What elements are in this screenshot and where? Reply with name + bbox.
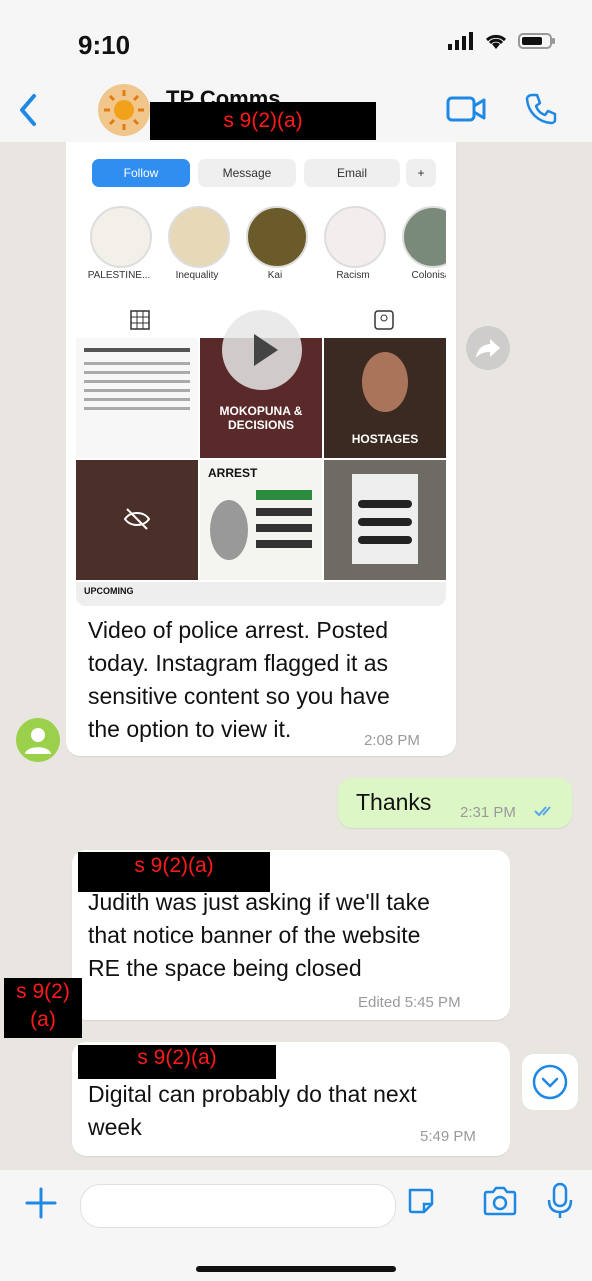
message-time-4: 5:49 PM: [420, 1128, 476, 1145]
message-line: the option to view it.: [88, 716, 292, 742]
message-line: week: [88, 1114, 142, 1140]
email-button: Email: [304, 159, 400, 187]
grid-icon: [130, 310, 150, 330]
add-contact-button: +: [406, 159, 436, 187]
highlight-label: Inequality: [175, 270, 219, 281]
side-redaction: s 9(2) (a): [4, 978, 82, 1038]
scroll-down-button[interactable]: [522, 1054, 578, 1110]
play-icon: [254, 334, 278, 366]
group-avatar[interactable]: [98, 84, 150, 136]
battery-icon: [518, 33, 555, 49]
message-text-4: Digital can probably do that next week: [88, 1078, 417, 1144]
highlight-label: Kai: [267, 270, 283, 281]
post-tile-6: [324, 460, 446, 580]
message-time-3: Edited 5:45 PM: [358, 994, 461, 1011]
signal-icon: [448, 32, 473, 50]
person-icon: [25, 728, 51, 754]
message-line: that notice banner of the website: [88, 922, 421, 948]
sender-avatar[interactable]: [16, 718, 60, 762]
read-receipt-icon: [534, 806, 551, 817]
plus-icon[interactable]: [24, 1186, 58, 1220]
back-chevron-icon[interactable]: [14, 90, 44, 130]
phone-icon[interactable]: [524, 92, 558, 126]
sender-redaction: s 9(2)(a): [78, 1045, 276, 1079]
message-line: Digital can probably do that next: [88, 1081, 417, 1107]
post-tile-caption: ARREST: [208, 466, 258, 480]
side-redaction-line: (a): [30, 1008, 56, 1031]
message-text-1: Video of police arrest. Posted today. In…: [88, 614, 390, 746]
highlight-racism: [324, 206, 386, 268]
post-tile-caption: MOKOPUNA & DECISIONS: [219, 404, 303, 432]
microphone-icon[interactable]: [546, 1182, 574, 1220]
status-time: 9:10: [78, 30, 131, 60]
highlight-label: Racism: [336, 270, 370, 281]
hidden-content-icon: [123, 508, 151, 530]
shared-screenshot[interactable]: Follow Message Email + PALESTINE... Ineq…: [76, 142, 446, 606]
sun-icon: [104, 90, 144, 130]
highlight-kai: [246, 206, 308, 268]
side-redaction-line: s 9(2): [16, 980, 70, 1003]
camera-icon[interactable]: [482, 1186, 518, 1216]
post-tile-caption: UPCOMING: [84, 586, 134, 596]
wifi-icon: [485, 34, 507, 49]
message-line: Video of police arrest. Posted: [88, 617, 389, 643]
message-line: sensitive content so you have: [88, 683, 390, 709]
chat-header: TP Comms s 9(2)(a): [0, 80, 592, 143]
message-line: Judith was just asking if we'll take: [88, 889, 430, 915]
message-text-3: Judith was just asking if we'll take tha…: [88, 886, 430, 985]
highlight-label: PALESTINE...: [87, 270, 151, 281]
post-tile-caption: HOSTAGES: [351, 432, 419, 446]
sticker-icon[interactable]: [404, 1184, 438, 1218]
post-tile-4: [76, 460, 198, 580]
message-line: RE the space being closed: [88, 955, 362, 981]
message-time-1: 2:08 PM: [364, 732, 420, 749]
highlight-label: Colonisa: [411, 270, 446, 281]
chevron-down-icon: [532, 1064, 568, 1100]
forward-icon: [476, 339, 500, 358]
message-input[interactable]: [80, 1184, 396, 1228]
post-tile-7: UPCOMING: [76, 582, 446, 606]
highlight-inequality: [168, 206, 230, 268]
status-icons: [448, 32, 556, 50]
message-time-2: 2:31 PM: [460, 804, 516, 821]
message-button: Message: [198, 159, 296, 187]
post-tile-1: [76, 338, 198, 458]
follow-button: Follow: [92, 159, 190, 187]
post-tile-3: HOSTAGES: [324, 338, 446, 458]
video-play-button[interactable]: [222, 310, 302, 390]
header-redaction: s 9(2)(a): [150, 102, 376, 140]
forward-button[interactable]: [466, 326, 510, 370]
message-text-2: Thanks: [356, 789, 432, 815]
tagged-icon: [374, 310, 394, 330]
video-call-icon[interactable]: [446, 94, 488, 124]
post-tile-5: ARREST: [200, 460, 322, 580]
status-bar: 9:10: [0, 0, 592, 80]
message-line: today. Instagram flagged it as: [88, 650, 389, 676]
highlight-palestine: [90, 206, 152, 268]
input-bar: [0, 1170, 592, 1281]
home-indicator: [196, 1266, 396, 1272]
highlight-colonisation: [402, 206, 446, 268]
